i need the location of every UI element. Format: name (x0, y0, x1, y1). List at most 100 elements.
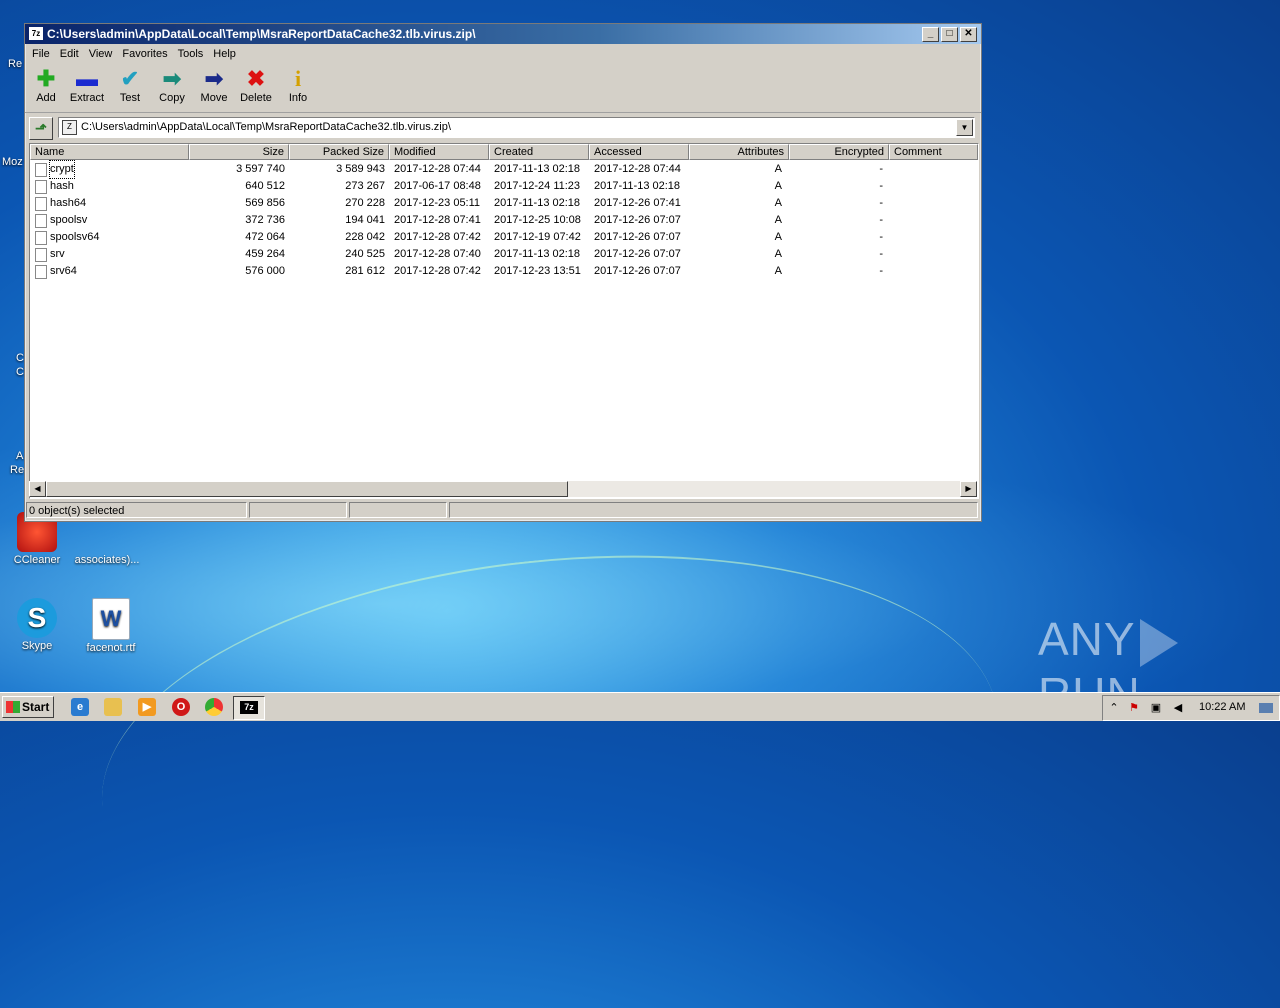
window-title: C:\Users\admin\AppData\Local\Temp\MsraRe… (47, 27, 476, 41)
sevenzip-window: 7z C:\Users\admin\AppData\Local\Temp\Msr… (24, 23, 982, 522)
system-tray: ⌃ ⚑ ▣ ◀ 10:22 AM (1102, 695, 1280, 721)
file-packed-size: 270 228 (345, 197, 385, 209)
taskbar-7zip-button[interactable]: 7z (233, 696, 265, 720)
watermark-left-text: ANY (1038, 613, 1136, 665)
menu-view[interactable]: View (84, 48, 118, 60)
action-center-flag-icon[interactable]: ⚑ (1127, 701, 1141, 715)
column-header-attributes[interactable]: Attributes (689, 144, 789, 160)
up-folder-button[interactable]: ⬏ (29, 117, 53, 140)
check-icon: ✔ (120, 66, 140, 91)
column-header-comment[interactable]: Comment (889, 144, 978, 160)
desktop-icon-skype[interactable]: S Skype (2, 598, 72, 652)
scroll-left-icon[interactable]: ◀ (29, 481, 46, 497)
table-row[interactable]: hash64 569 856 270 228 2017-12-23 05:11 … (30, 195, 978, 212)
show-desktop-icon[interactable] (1259, 703, 1273, 713)
menu-edit[interactable]: Edit (55, 48, 84, 60)
table-row[interactable]: srv 459 264 240 525 2017-12-28 07:40 201… (30, 246, 978, 263)
file-name: hash64 (50, 197, 87, 209)
status-panel (449, 502, 978, 518)
chrome-icon[interactable] (205, 698, 223, 716)
file-attributes: A (774, 163, 782, 175)
volume-icon[interactable]: ◀ (1171, 701, 1185, 715)
clock[interactable]: 10:22 AM (1199, 701, 1245, 713)
minimize-button[interactable]: _ (922, 27, 939, 42)
menu-favorites[interactable]: Favorites (117, 48, 172, 60)
file-list: Name Size Packed Size Modified Created A… (29, 143, 979, 499)
menu-file[interactable]: File (27, 48, 55, 60)
column-header-size[interactable]: Size (189, 144, 289, 160)
file-attributes: A (774, 265, 782, 277)
file-created: 2017-12-19 07:42 (494, 231, 581, 243)
delete-button[interactable]: ✖ Delete (235, 66, 277, 104)
menu-help[interactable]: Help (208, 48, 241, 60)
file-packed-size: 228 042 (345, 231, 385, 243)
network-icon[interactable]: ▣ (1149, 701, 1163, 715)
file-accessed: 2017-12-26 07:07 (594, 231, 681, 243)
column-header-name[interactable]: Name (30, 144, 189, 160)
address-combobox[interactable]: Z C:\Users\admin\AppData\Local\Temp\Msra… (58, 117, 975, 138)
move-arrow-icon: ➡ (204, 66, 224, 91)
minus-icon: ▬ (76, 66, 98, 91)
maximize-button[interactable]: □ (941, 27, 958, 42)
add-button[interactable]: ✚ Add (25, 66, 67, 104)
menu-tools[interactable]: Tools (173, 48, 209, 60)
info-button[interactable]: i Info (277, 66, 319, 104)
file-packed-size: 281 612 (345, 265, 385, 277)
table-row[interactable]: spoolsv64 472 064 228 042 2017-12-28 07:… (30, 229, 978, 246)
file-created: 2017-12-25 10:08 (494, 214, 581, 226)
scroll-right-icon[interactable]: ▶ (960, 481, 977, 497)
column-header-accessed[interactable]: Accessed (589, 144, 689, 160)
move-button[interactable]: ➡ Move (193, 66, 235, 104)
close-button[interactable]: ✕ (960, 27, 977, 42)
file-name: srv (50, 248, 65, 260)
file-size: 459 264 (245, 248, 285, 260)
file-size: 569 856 (245, 197, 285, 209)
file-encrypted: - (879, 265, 883, 277)
file-name: spoolsv64 (50, 231, 100, 243)
explorer-icon[interactable] (104, 698, 122, 716)
column-header-encrypted[interactable]: Encrypted (789, 144, 889, 160)
desktop-partial-label: Moz (2, 156, 23, 168)
column-header-created[interactable]: Created (489, 144, 589, 160)
start-button[interactable]: Start (2, 696, 54, 718)
desktop-icon-facenot[interactable]: W facenot.rtf (76, 598, 146, 654)
info-icon: i (294, 66, 302, 91)
copy-arrow-icon: ➡ (162, 66, 182, 91)
column-header-packed-size[interactable]: Packed Size (289, 144, 389, 160)
desktop-partial-label: C (16, 366, 24, 378)
file-attributes: A (774, 231, 782, 243)
table-row[interactable]: crypt 3 597 740 3 589 943 2017-12-28 07:… (30, 160, 978, 179)
table-row[interactable]: spoolsv 372 736 194 041 2017-12-28 07:41… (30, 212, 978, 229)
opera-icon[interactable]: O (172, 698, 190, 716)
extract-button[interactable]: ▬ Extract (66, 66, 108, 104)
horizontal-scrollbar[interactable]: ◀ ▶ (29, 481, 977, 497)
file-modified: 2017-12-28 07:40 (394, 248, 481, 260)
start-label: Start (22, 700, 50, 714)
desktop-partial-label: A (16, 450, 24, 462)
ie-icon[interactable]: e (71, 698, 89, 716)
title-bar[interactable]: 7z C:\Users\admin\AppData\Local\Temp\Msr… (25, 24, 981, 44)
dropdown-arrow-icon[interactable]: ▼ (956, 119, 973, 136)
file-icon (35, 248, 47, 262)
test-button[interactable]: ✔ Test (109, 66, 151, 104)
add-label: Add (36, 92, 56, 104)
file-packed-size: 273 267 (345, 180, 385, 192)
file-icon (35, 163, 47, 177)
scroll-thumb[interactable] (46, 481, 568, 497)
file-packed-size: 3 589 943 (336, 163, 385, 175)
file-size: 640 512 (245, 180, 285, 192)
column-header-modified[interactable]: Modified (389, 144, 489, 160)
show-hidden-icons-icon[interactable]: ⌃ (1107, 701, 1121, 715)
file-encrypted: - (879, 231, 883, 243)
file-name: crypt (49, 160, 75, 179)
status-selected: 0 object(s) selected (26, 502, 247, 518)
copy-button[interactable]: ➡ Copy (151, 66, 193, 104)
table-row[interactable]: hash 640 512 273 267 2017-06-17 08:48 20… (30, 178, 978, 195)
file-accessed: 2017-12-26 07:07 (594, 265, 681, 277)
file-name: srv64 (50, 265, 77, 277)
file-modified: 2017-12-28 07:42 (394, 265, 481, 277)
file-modified: 2017-06-17 08:48 (394, 180, 481, 192)
media-player-icon[interactable]: ▶ (138, 698, 156, 716)
table-row[interactable]: srv64 576 000 281 612 2017-12-28 07:42 2… (30, 263, 978, 280)
file-accessed: 2017-11-13 02:18 (594, 180, 681, 192)
